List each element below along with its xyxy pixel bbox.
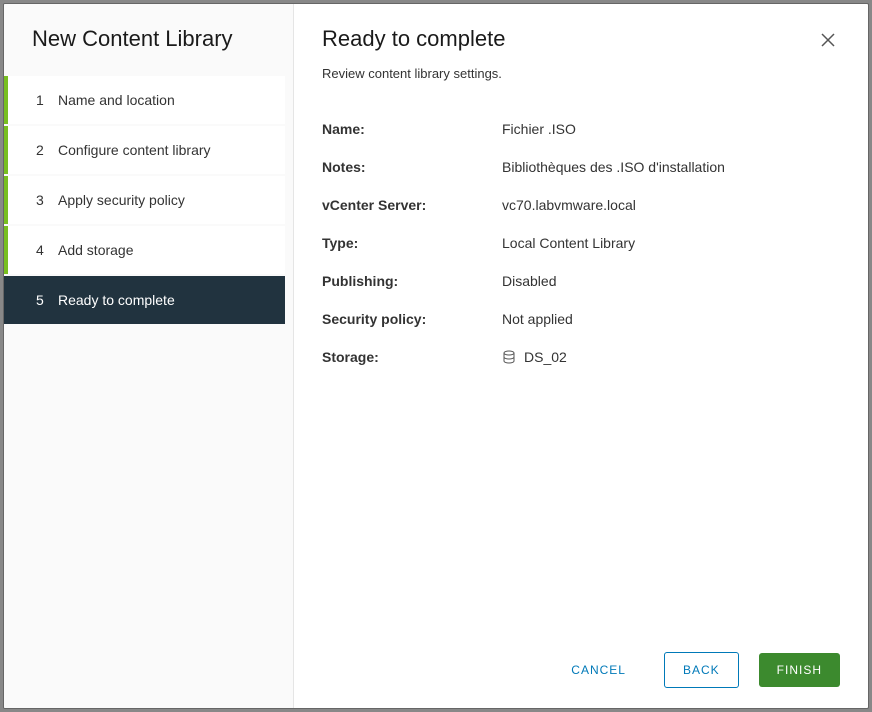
value-type: Local Content Library	[502, 235, 635, 251]
page-subtitle: Review content library settings.	[322, 66, 840, 81]
step-label: Ready to complete	[58, 292, 175, 308]
back-button[interactable]: BACK	[664, 652, 739, 688]
step-label: Name and location	[58, 92, 175, 108]
value-storage-text: DS_02	[524, 349, 567, 365]
row-type: Type: Local Content Library	[322, 235, 840, 251]
value-vcenter: vc70.labvmware.local	[502, 197, 636, 213]
row-name: Name: Fichier .ISO	[322, 121, 840, 137]
step-label: Apply security policy	[58, 192, 185, 208]
step-add-storage[interactable]: 4 Add storage	[4, 226, 285, 274]
close-icon	[820, 28, 836, 53]
step-label: Add storage	[58, 242, 134, 258]
row-publishing: Publishing: Disabled	[322, 273, 840, 289]
label-type: Type:	[322, 235, 502, 251]
value-publishing: Disabled	[502, 273, 556, 289]
label-notes: Notes:	[322, 159, 502, 175]
label-name: Name:	[322, 121, 502, 137]
step-apply-security-policy[interactable]: 3 Apply security policy	[4, 176, 285, 224]
new-content-library-dialog: New Content Library 1 Name and location …	[3, 3, 869, 709]
wizard-footer: CANCEL BACK FINISH	[322, 642, 840, 688]
step-number: 3	[36, 192, 58, 208]
row-storage: Storage: DS_02	[322, 349, 840, 365]
finish-button[interactable]: FINISH	[759, 653, 840, 687]
value-security: Not applied	[502, 311, 573, 327]
step-number: 5	[36, 292, 58, 308]
page-title: Ready to complete	[322, 26, 505, 52]
close-button[interactable]	[816, 26, 840, 56]
value-notes: Bibliothèques des .ISO d'installation	[502, 159, 725, 175]
step-number: 1	[36, 92, 58, 108]
label-security: Security policy:	[322, 311, 502, 327]
row-vcenter: vCenter Server: vc70.labvmware.local	[322, 197, 840, 213]
value-storage: DS_02	[502, 349, 567, 365]
wizard-steps: 1 Name and location 2 Configure content …	[4, 76, 293, 326]
label-vcenter: vCenter Server:	[322, 197, 502, 213]
summary-table: Name: Fichier .ISO Notes: Bibliothèques …	[322, 121, 840, 642]
step-number: 4	[36, 242, 58, 258]
label-storage: Storage:	[322, 349, 502, 365]
step-configure-content-library[interactable]: 2 Configure content library	[4, 126, 285, 174]
wizard-content: Ready to complete Review content library…	[294, 4, 868, 708]
wizard-sidebar: New Content Library 1 Name and location …	[4, 4, 294, 708]
row-notes: Notes: Bibliothèques des .ISO d'installa…	[322, 159, 840, 175]
value-name: Fichier .ISO	[502, 121, 576, 137]
step-ready-to-complete[interactable]: 5 Ready to complete	[4, 276, 285, 324]
content-header: Ready to complete	[322, 26, 840, 56]
cancel-button[interactable]: CANCEL	[553, 653, 644, 687]
step-name-and-location[interactable]: 1 Name and location	[4, 76, 285, 124]
step-number: 2	[36, 142, 58, 158]
step-label: Configure content library	[58, 142, 211, 158]
wizard-title: New Content Library	[4, 26, 293, 76]
label-publishing: Publishing:	[322, 273, 502, 289]
datastore-icon	[502, 350, 516, 364]
row-security: Security policy: Not applied	[322, 311, 840, 327]
